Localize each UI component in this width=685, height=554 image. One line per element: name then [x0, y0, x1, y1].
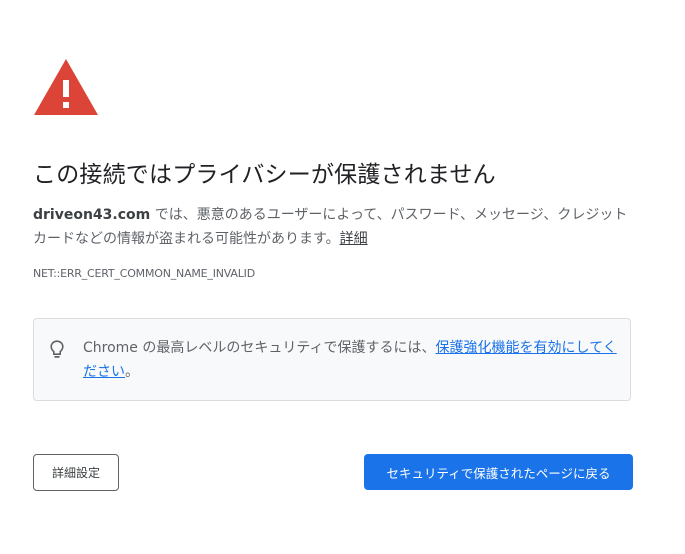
details-link[interactable]: 詳細 [340, 231, 368, 247]
enhanced-protection-text: Chrome の最高レベルのセキュリティで保護するには、保護強化機能を有効にして… [83, 336, 618, 384]
lightbulb-icon [50, 340, 64, 358]
back-to-safety-button[interactable]: セキュリティで保護されたページに戻る [364, 454, 633, 490]
enhanced-protection-description: Chrome の最高レベルのセキュリティで保護するには、 [83, 340, 436, 356]
security-interstitial-page: この接続ではプライバシーが保護されません driveon43.com では、悪意… [0, 0, 685, 554]
enhanced-protection-suffix: 。 [125, 364, 139, 380]
enhanced-protection-promo: Chrome の最高レベルのセキュリティで保護するには、保護強化機能を有効にして… [33, 318, 631, 401]
advanced-settings-button[interactable]: 詳細設定 [33, 454, 119, 491]
warning-triangle-icon [34, 59, 98, 115]
error-code: NET::ERR_CERT_COMMON_NAME_INVALID [33, 267, 255, 280]
error-message: driveon43.com では、悪意のあるユーザーによって、パスワード、メッセ… [33, 203, 633, 251]
site-domain: driveon43.com [33, 207, 151, 223]
page-title: この接続ではプライバシーが保護されません [33, 162, 496, 188]
